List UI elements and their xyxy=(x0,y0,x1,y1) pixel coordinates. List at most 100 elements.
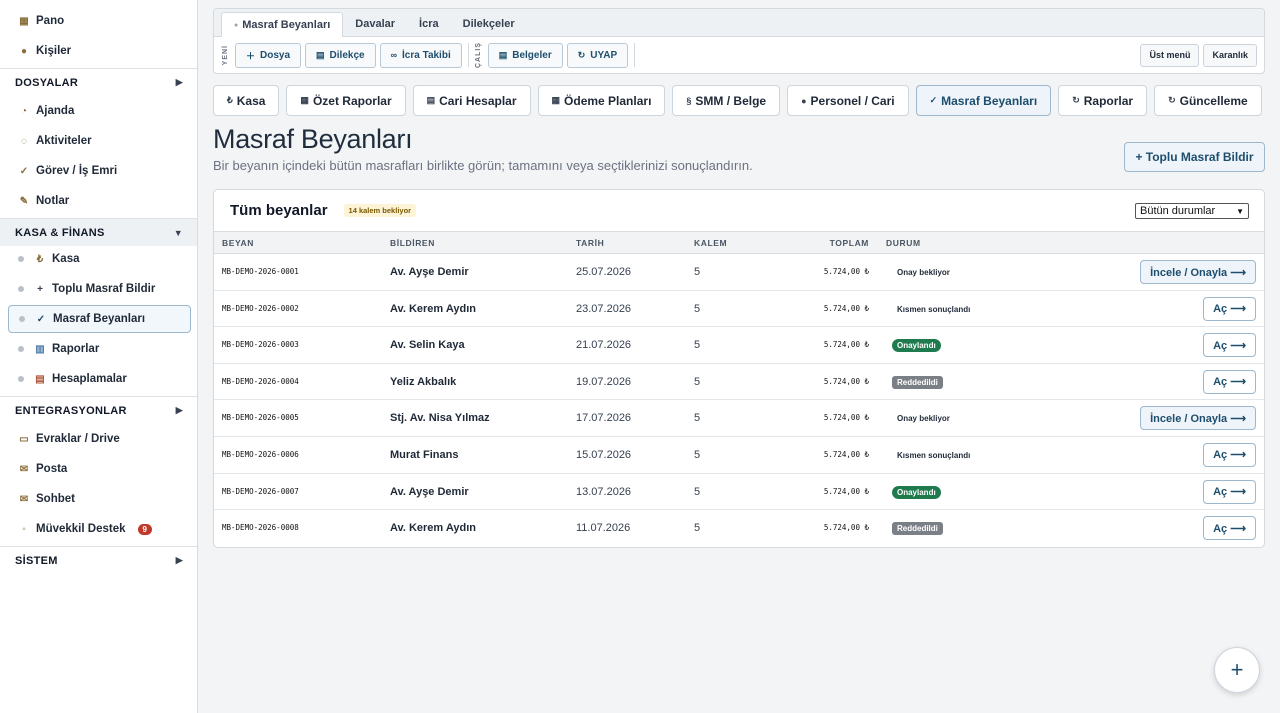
chevron-down-icon: ▼ xyxy=(1236,206,1244,216)
table-row[interactable]: MB-DEMO-2026-0008 Av. Kerem Aydın 11.07.20… xyxy=(214,510,1264,547)
sidebar-item-label: Masraf Beyanları xyxy=(53,313,146,325)
sidebar-item-masraf-beyanlari[interactable]: ✓ Masraf Beyanları xyxy=(8,305,191,333)
table-row[interactable]: MB-DEMO-2026-0004 Yeliz Akbalık 19.07.2026… xyxy=(214,364,1264,401)
chevron-right-icon: ▶ xyxy=(175,555,183,565)
quick-actions-row: YENİ ＋ Dosya ▤ Dilekçe ∞ İcra Takibi ÇALIŞ … xyxy=(214,42,1264,68)
declarations-card: Tüm beyanlar 14 kalem bekliyor Bütün dur… xyxy=(213,189,1265,548)
sidebar-item-kisiler[interactable]: ● Kişiler xyxy=(8,37,191,65)
section-label: ENTEGRASYONLAR xyxy=(15,404,127,417)
row-action-button[interactable]: Aç ⟶ xyxy=(1203,479,1256,504)
lira-icon: ₺ xyxy=(36,253,44,265)
declaration-date: 11.07.2026 xyxy=(576,522,631,535)
sidebar-item-muvekkil-destek[interactable]: ◦ Müvekkil Destek 9 xyxy=(8,515,191,543)
section-dosyalar[interactable]: DOSYALAR ▶ xyxy=(0,68,197,96)
status-filter-select[interactable]: Bütün durumlar ▼ xyxy=(1135,203,1249,219)
tab-icra[interactable]: İcra xyxy=(407,12,451,36)
belgeler-button[interactable]: ▤ Belgeler xyxy=(487,42,563,68)
grid-icon: ▦ xyxy=(300,95,309,105)
row-action-button[interactable]: İncele / Onayla ⟶ xyxy=(1140,260,1256,284)
row-action-button[interactable]: İncele / Onayla ⟶ xyxy=(1140,406,1256,431)
section-kasa-finans[interactable]: KASA & FİNANS ▼ xyxy=(0,218,197,246)
submitter-name: Murat Finans xyxy=(390,448,459,461)
lira-icon: ₺ xyxy=(227,95,233,105)
uyap-button[interactable]: ↻ UYAP xyxy=(566,42,629,68)
check-icon: ✓ xyxy=(929,95,938,105)
sidebar-item-kasa[interactable]: ₺ Kasa xyxy=(8,245,191,273)
sidebar-item-label: Hesaplamalar xyxy=(52,373,127,385)
table-row[interactable]: MB-DEMO-2026-0001 Av. Ayşe Demir 25.07.202… xyxy=(214,254,1264,291)
add-fab-button[interactable]: + xyxy=(1214,647,1260,693)
row-action-button[interactable]: Aç ⟶ xyxy=(1203,516,1256,541)
sidebar-item-label: Raporlar xyxy=(52,343,100,355)
nav-cari-hesaplar[interactable]: ▤ Cari Hesaplar xyxy=(412,85,531,116)
table-row[interactable]: MB-DEMO-2026-0007 Av. Ayşe Demir 13.07.202… xyxy=(214,474,1264,511)
sidebar-item-aktiviteler[interactable]: ◌ Aktiviteler xyxy=(8,127,191,155)
col-toplam: TOPLAM xyxy=(829,238,869,248)
row-action-button[interactable]: Aç ⟶ xyxy=(1203,369,1256,394)
sidebar-item-label: Notlar xyxy=(36,195,70,207)
sidebar-item-hesaplamalar[interactable]: ▤ Hesaplamalar xyxy=(8,365,191,393)
person-icon: ● xyxy=(801,95,807,106)
divider xyxy=(634,43,636,67)
status-cell: Onay bekliyor xyxy=(892,254,955,291)
total-amount: 5.724,00 ₺ xyxy=(823,413,869,423)
tab-masraf-beyanlari[interactable]: ● Masraf Beyanları xyxy=(221,12,344,37)
sidebar-item-notlar[interactable]: ✎ Notlar xyxy=(8,187,191,215)
document-icon: ▤ xyxy=(498,49,508,60)
table-row[interactable]: MB-DEMO-2026-0005 Stj. Av. Nisa Yılmaz 17.… xyxy=(214,400,1264,437)
sidebar-item-sohbet[interactable]: ✉ Sohbet xyxy=(8,485,191,513)
status-cell: Reddedildi xyxy=(892,510,943,547)
item-count: 5 xyxy=(694,375,701,388)
nav-label: Kasa xyxy=(236,93,266,108)
sidebar-item-label: Kişiler xyxy=(36,45,72,57)
nav-guncelleme[interactable]: ↻ Güncelleme xyxy=(1154,85,1262,116)
chat-icon: ✉ xyxy=(19,493,29,505)
table-row[interactable]: MB-DEMO-2026-0003 Av. Selin Kaya 21.07.202… xyxy=(214,327,1264,364)
nav-personel-cari[interactable]: ● Personel / Cari xyxy=(787,85,909,116)
sidebar-item-posta[interactable]: ✉ Posta xyxy=(8,455,191,483)
grid-icon: ▦ xyxy=(19,15,29,27)
nav-ozet-raporlar[interactable]: ▦ Özet Raporlar xyxy=(286,85,406,116)
total-amount: 5.724,00 ₺ xyxy=(823,376,869,386)
section-entegrasyonlar[interactable]: ENTEGRASYONLAR ▶ xyxy=(0,396,197,424)
bullet-icon xyxy=(19,316,25,322)
table-row[interactable]: MB-DEMO-2026-0002 Av. Kerem Aydın 23.07.20… xyxy=(214,291,1264,328)
sidebar-item-ajanda[interactable]: ◔ Ajanda xyxy=(8,97,191,125)
dark-mode-button[interactable]: Karanlık xyxy=(1203,43,1257,67)
sidebar-item-gorev[interactable]: ✓ Görev / İş Emri xyxy=(8,157,191,185)
nav-kasa[interactable]: ₺ Kasa xyxy=(213,85,280,116)
row-action-button[interactable]: Aç ⟶ xyxy=(1203,296,1256,321)
nav-smm-belge[interactable]: § SMM / Belge xyxy=(672,85,781,116)
table-header: BEYAN BİLDİREN TARİH KALEM TOPLAM DURUM xyxy=(214,231,1264,254)
sidebar-item-toplu-masraf[interactable]: + Toplu Masraf Bildir xyxy=(8,275,191,303)
bullet-icon xyxy=(18,376,24,382)
row-action-button[interactable]: Aç ⟶ xyxy=(1203,333,1256,358)
top-menu-button[interactable]: Üst menü xyxy=(1140,43,1200,67)
section-sistem[interactable]: SİSTEM ▶ xyxy=(0,546,197,574)
new-icra-takibi-button[interactable]: ∞ İcra Takibi xyxy=(379,42,462,68)
submitter-name: Av. Selin Kaya xyxy=(390,339,465,352)
tab-davalar[interactable]: Davalar xyxy=(343,12,407,36)
col-beyan: BEYAN xyxy=(222,238,254,248)
row-action-button[interactable]: Aç ⟶ xyxy=(1203,442,1256,467)
new-dosya-button[interactable]: ＋ Dosya xyxy=(235,42,302,68)
table-row[interactable]: MB-DEMO-2026-0006 Murat Finans 15.07.2026 5… xyxy=(214,437,1264,474)
declaration-id: MB-DEMO-2026-0007 xyxy=(222,486,299,496)
new-dilekce-button[interactable]: ▤ Dilekçe xyxy=(305,42,376,68)
sidebar-item-pano[interactable]: ▦ Pano xyxy=(8,7,191,35)
tab-dilekceler[interactable]: Dilekçeler xyxy=(451,12,527,36)
sidebar-item-raporlar[interactable]: ▥ Raporlar xyxy=(8,335,191,363)
page-subtitle: Bir beyanın içindeki bütün masrafları bi… xyxy=(213,158,753,173)
declaration-id: MB-DEMO-2026-0003 xyxy=(222,340,299,350)
sidebar-item-evraklar[interactable]: ▭ Evraklar / Drive xyxy=(8,425,191,453)
sidebar-item-label: Aktiviteler xyxy=(36,135,92,147)
nav-masraf-beyanlari[interactable]: ✓ Masraf Beyanları xyxy=(915,85,1052,116)
bulk-expense-button[interactable]: + Toplu Masraf Bildir xyxy=(1124,142,1265,172)
chevron-right-icon: ▶ xyxy=(175,77,183,87)
new-group-label: YENİ xyxy=(222,44,229,66)
button-label: Belgeler xyxy=(512,49,552,61)
item-count: 5 xyxy=(694,266,701,278)
bullet-icon xyxy=(18,256,24,262)
nav-raporlar[interactable]: ↻ Raporlar xyxy=(1058,85,1148,116)
nav-odeme-planlari[interactable]: ▦ Ödeme Planları xyxy=(537,85,666,116)
